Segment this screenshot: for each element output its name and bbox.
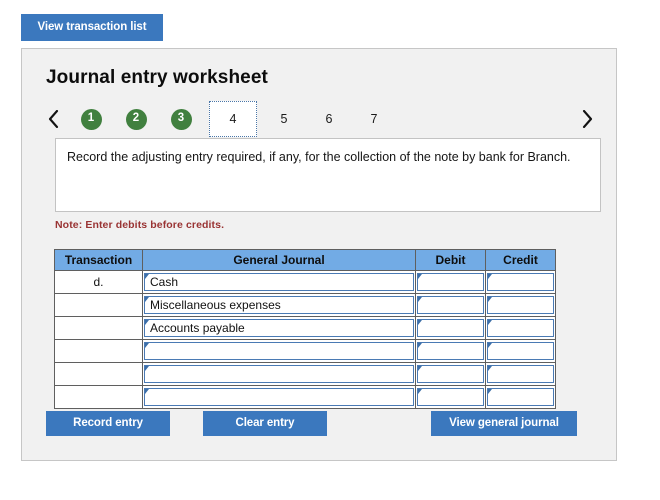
transaction-cell-6	[54, 385, 143, 409]
debit-input-6[interactable]	[417, 388, 484, 406]
clear-entry-button[interactable]: Clear entry	[203, 411, 327, 436]
credit-cell-5[interactable]	[485, 362, 556, 386]
general-journal-cell-2[interactable]: Miscellaneous expenses	[142, 293, 416, 317]
debit-input-5[interactable]	[417, 365, 484, 383]
chevron-left-icon[interactable]	[40, 104, 66, 134]
tab-7[interactable]: 7	[359, 101, 389, 137]
credit-input-6[interactable]	[487, 388, 554, 406]
account-input-5[interactable]	[144, 365, 414, 383]
account-input-4[interactable]	[144, 342, 414, 360]
tab-4[interactable]: 4	[209, 101, 257, 137]
debit-input-4[interactable]	[417, 342, 484, 360]
debit-input-2[interactable]	[417, 296, 484, 314]
screen: View transaction list Journal entry work…	[0, 0, 660, 500]
table-row: Miscellaneous expenses	[54, 293, 556, 317]
transaction-cell-5	[54, 362, 143, 386]
tab-5-label: 5	[280, 112, 288, 126]
transaction-cell-1: d.	[54, 270, 143, 294]
instruction-text: Record the adjusting entry required, if …	[55, 138, 601, 212]
credit-input-4[interactable]	[487, 342, 554, 360]
debit-cell-6[interactable]	[415, 385, 486, 409]
column-header-credit: Credit	[485, 249, 556, 271]
general-journal-cell-1[interactable]: Cash	[142, 270, 416, 294]
credit-cell-3[interactable]	[485, 316, 556, 340]
record-entry-button[interactable]: Record entry	[46, 411, 170, 436]
tab-6-label: 6	[325, 112, 333, 126]
view-general-journal-button[interactable]: View general journal	[431, 411, 577, 436]
tab-2[interactable]: 2	[119, 101, 153, 137]
table-row: Accounts payable	[54, 316, 556, 340]
general-journal-cell-6[interactable]	[142, 385, 416, 409]
chevron-right-icon[interactable]	[574, 104, 600, 134]
credit-input-2[interactable]	[487, 296, 554, 314]
account-input-2[interactable]: Miscellaneous expenses	[144, 296, 414, 314]
credit-cell-4[interactable]	[485, 339, 556, 363]
credit-input-5[interactable]	[487, 365, 554, 383]
tab-3[interactable]: 3	[164, 101, 198, 137]
debit-cell-5[interactable]	[415, 362, 486, 386]
journal-entry-worksheet-panel: Journal entry worksheet 1 2 3 4 5 6 7 Re…	[21, 48, 617, 461]
debit-cell-3[interactable]	[415, 316, 486, 340]
transaction-cell-3	[54, 316, 143, 340]
credit-input-3[interactable]	[487, 319, 554, 337]
tab-4-label: 4	[229, 112, 237, 126]
table-row	[54, 385, 556, 409]
worksheet-tab-strip: 1 2 3 4 5 6 7	[36, 101, 604, 137]
debit-input-3[interactable]	[417, 319, 484, 337]
account-input-6[interactable]	[144, 388, 414, 406]
credit-cell-2[interactable]	[485, 293, 556, 317]
table-row	[54, 362, 556, 386]
debits-before-credits-note: Note: Enter debits before credits.	[55, 219, 225, 231]
credit-cell-1[interactable]	[485, 270, 556, 294]
account-input-3[interactable]: Accounts payable	[144, 319, 414, 337]
column-header-general-journal: General Journal	[142, 249, 416, 271]
table-header-row: Transaction General Journal Debit Credit	[54, 249, 556, 271]
credit-input-1[interactable]	[487, 273, 554, 291]
tab-6[interactable]: 6	[314, 101, 344, 137]
view-transaction-list-button[interactable]: View transaction list	[21, 14, 163, 41]
tab-2-label: 2	[125, 108, 147, 130]
table-row: d. Cash	[54, 270, 556, 294]
tab-1-label: 1	[80, 108, 102, 130]
tab-5[interactable]: 5	[269, 101, 299, 137]
tab-3-label: 3	[170, 108, 192, 130]
transaction-cell-4	[54, 339, 143, 363]
credit-cell-6[interactable]	[485, 385, 556, 409]
tab-7-label: 7	[370, 112, 378, 126]
debit-cell-4[interactable]	[415, 339, 486, 363]
debit-input-1[interactable]	[417, 273, 484, 291]
debit-cell-1[interactable]	[415, 270, 486, 294]
general-journal-cell-4[interactable]	[142, 339, 416, 363]
general-journal-cell-3[interactable]: Accounts payable	[142, 316, 416, 340]
column-header-transaction: Transaction	[54, 249, 143, 271]
account-input-1[interactable]: Cash	[144, 273, 414, 291]
journal-entry-table: Transaction General Journal Debit Credit…	[54, 249, 556, 409]
transaction-cell-2	[54, 293, 143, 317]
tab-1[interactable]: 1	[74, 101, 108, 137]
column-header-debit: Debit	[415, 249, 486, 271]
table-row	[54, 339, 556, 363]
debit-cell-2[interactable]	[415, 293, 486, 317]
general-journal-cell-5[interactable]	[142, 362, 416, 386]
page-title: Journal entry worksheet	[46, 67, 268, 88]
